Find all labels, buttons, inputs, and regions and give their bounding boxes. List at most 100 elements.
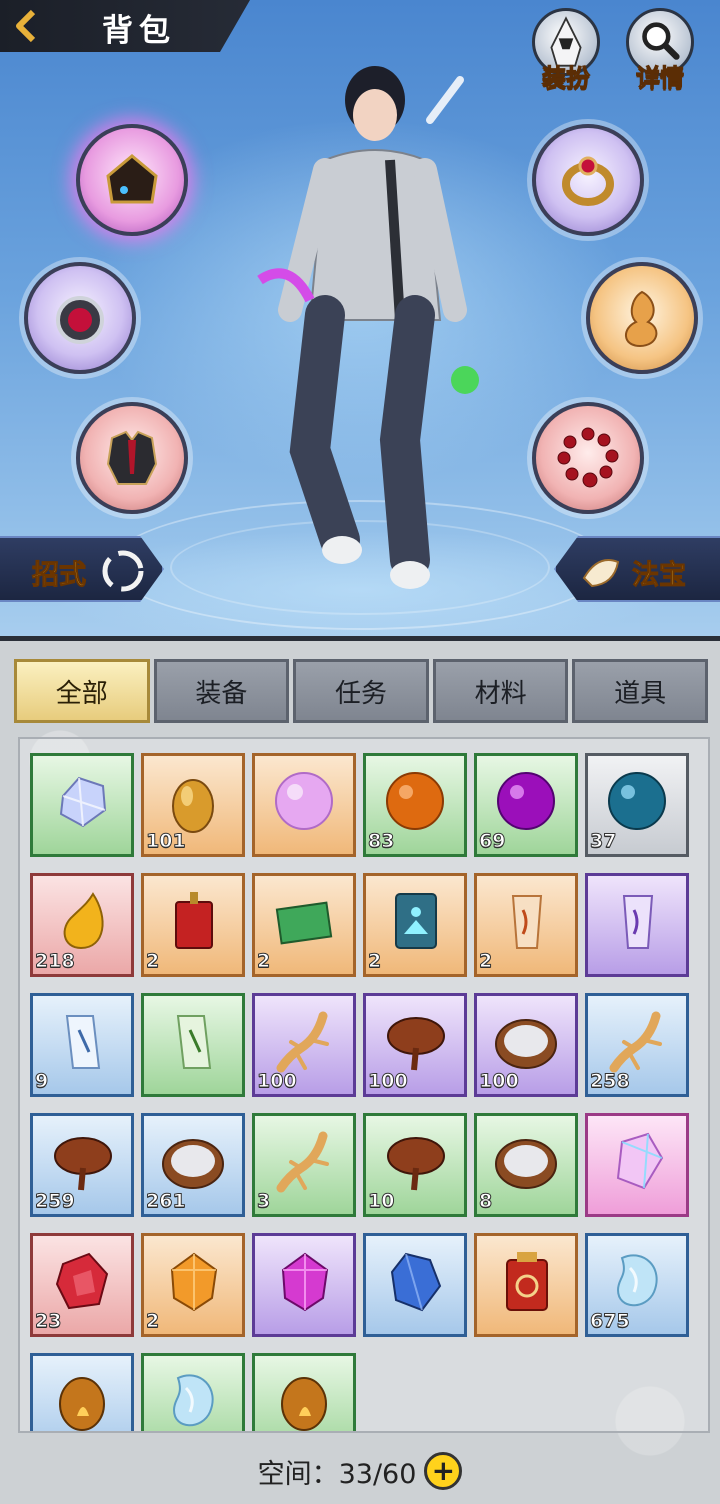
inventory-slot[interactable]: 100 <box>252 993 356 1097</box>
item-count: 100 <box>479 1070 520 1093</box>
hat-icon <box>106 154 158 204</box>
golden-drop-icon <box>63 892 104 950</box>
chevron-left-icon <box>16 9 36 43</box>
tab-quest[interactable]: 任务 <box>293 659 429 723</box>
lingzhi-icon <box>387 1137 445 1191</box>
inventory-slot[interactable]: 2 <box>474 873 578 977</box>
inventory-slot[interactable]: 10 <box>363 1113 467 1217</box>
tab-materials[interactable]: 材料 <box>432 659 569 723</box>
lingzhi-icon <box>54 1137 112 1191</box>
outfit-label: 装扮 <box>542 64 591 93</box>
inventory-grid: 101 83 69 37 218 2 2 2 2 9 100 100 100 258 259 261 3 10 8 2… <box>18 737 710 1433</box>
tab-props[interactable]: 道具 <box>572 659 708 723</box>
equip-slot-ring[interactable] <box>532 124 644 236</box>
back-button[interactable] <box>0 0 52 52</box>
inventory-slot[interactable]: 2 <box>252 873 356 977</box>
inventory-slot[interactable] <box>363 1233 467 1337</box>
red-gem-icon <box>55 1252 109 1310</box>
item-count: 2 <box>145 950 160 973</box>
inventory-slot[interactable] <box>252 1353 356 1431</box>
equip-slot-gourd[interactable] <box>586 262 698 374</box>
tab-equipment[interactable]: 装备 <box>153 659 290 723</box>
swirl-icon <box>102 550 144 592</box>
item-count: 100 <box>257 1070 298 1093</box>
inventory-slot[interactable] <box>252 753 356 857</box>
equip-slot-amulet[interactable] <box>24 262 136 374</box>
skills-label: 招式 <box>32 560 87 592</box>
inventory-slot[interactable] <box>141 1353 245 1431</box>
item-count: 2 <box>145 1310 160 1333</box>
equip-slot-armor[interactable] <box>76 402 188 514</box>
equip-slot-bracelet[interactable] <box>532 402 644 514</box>
bag-panel: 全部 装备 任务 材料 道具 101 83 69 37 218 2 2 2 2 9 100 100 10… <box>0 636 720 1504</box>
inventory-slot[interactable] <box>252 1233 356 1337</box>
armor-icon <box>106 430 158 485</box>
treasure-label: 法宝 <box>632 560 687 592</box>
amulet-icon <box>56 296 104 344</box>
rice-bowl-icon <box>162 1139 224 1189</box>
inventory-slot[interactable] <box>585 873 689 977</box>
inventory-slot[interactable]: 2 <box>141 873 245 977</box>
inventory-slot[interactable]: 83 <box>363 753 467 857</box>
outfit-button[interactable]: 装扮 <box>528 8 604 94</box>
inventory-slot[interactable]: 2 <box>363 873 467 977</box>
inventory-slot[interactable]: 675 <box>585 1233 689 1337</box>
treasure-button[interactable]: 法宝 <box>554 536 720 602</box>
item-count: 8 <box>478 1190 493 1213</box>
purple-orb-icon <box>497 772 555 830</box>
jade-book-icon <box>275 901 333 945</box>
ice-stone-icon <box>172 1374 214 1427</box>
inventory-slot[interactable]: 100 <box>363 993 467 1097</box>
inventory-slot[interactable]: 37 <box>585 753 689 857</box>
item-count: 9 <box>34 1070 49 1093</box>
inventory-slot[interactable]: 258 <box>585 993 689 1097</box>
red-tag-icon <box>175 892 213 949</box>
hero-character <box>257 66 479 589</box>
plus-icon[interactable]: + <box>424 1452 463 1490</box>
bag-capacity: 空间：33/60 + <box>0 1441 720 1501</box>
equip-slot-head[interactable] <box>76 124 188 236</box>
item-count: 100 <box>368 1070 409 1093</box>
inventory-slot[interactable] <box>585 1113 689 1217</box>
inventory-slot[interactable]: 9 <box>30 993 134 1097</box>
capacity-text: 空间：33/60 <box>257 1458 417 1490</box>
ginseng-icon <box>276 1131 329 1193</box>
meditation-card-icon <box>395 893 437 949</box>
inventory-slot[interactable] <box>30 753 134 857</box>
item-count: 2 <box>367 950 382 973</box>
bead-bracelet-icon <box>557 427 619 488</box>
rice-bowl-icon <box>495 1139 557 1189</box>
inventory-slot[interactable]: 100 <box>474 993 578 1097</box>
inventory-slot[interactable]: 3 <box>252 1113 356 1217</box>
scroll-green-icon <box>176 1015 212 1069</box>
command-token-icon <box>506 1252 548 1311</box>
item-count: 3 <box>256 1190 271 1213</box>
item-count: 37 <box>589 830 617 853</box>
ginseng-icon <box>276 1011 329 1073</box>
inventory-slot[interactable]: 259 <box>30 1113 134 1217</box>
inventory-slot[interactable]: 261 <box>141 1113 245 1217</box>
inventory-slot[interactable]: 101 <box>141 753 245 857</box>
item-count: 675 <box>590 1310 631 1333</box>
inventory-slot[interactable] <box>474 1233 578 1337</box>
category-tabs: 全部 装备 任务 材料 道具 <box>14 659 708 723</box>
inventory-slot[interactable] <box>141 993 245 1097</box>
skills-button[interactable]: 招式 <box>0 536 164 602</box>
inventory-slot[interactable] <box>30 1353 134 1431</box>
inventory-slot[interactable]: 23 <box>30 1233 134 1337</box>
item-count: 258 <box>590 1070 631 1093</box>
gourd-icon <box>625 290 658 348</box>
orange-orb-icon <box>386 772 444 830</box>
inventory-slot[interactable]: 2 <box>141 1233 245 1337</box>
details-button[interactable]: 详情 <box>622 8 698 94</box>
tab-all[interactable]: 全部 <box>14 659 150 723</box>
ice-stone-icon <box>616 1254 658 1307</box>
inventory-slot[interactable]: 69 <box>474 753 578 857</box>
inventory-slot[interactable]: 218 <box>30 873 134 977</box>
item-count: 2 <box>256 950 271 973</box>
ginseng-icon <box>609 1011 662 1073</box>
page-title: 背包 <box>102 13 176 49</box>
item-count: 69 <box>478 830 506 853</box>
blue-gem-icon <box>390 1252 442 1312</box>
inventory-slot[interactable]: 8 <box>474 1113 578 1217</box>
